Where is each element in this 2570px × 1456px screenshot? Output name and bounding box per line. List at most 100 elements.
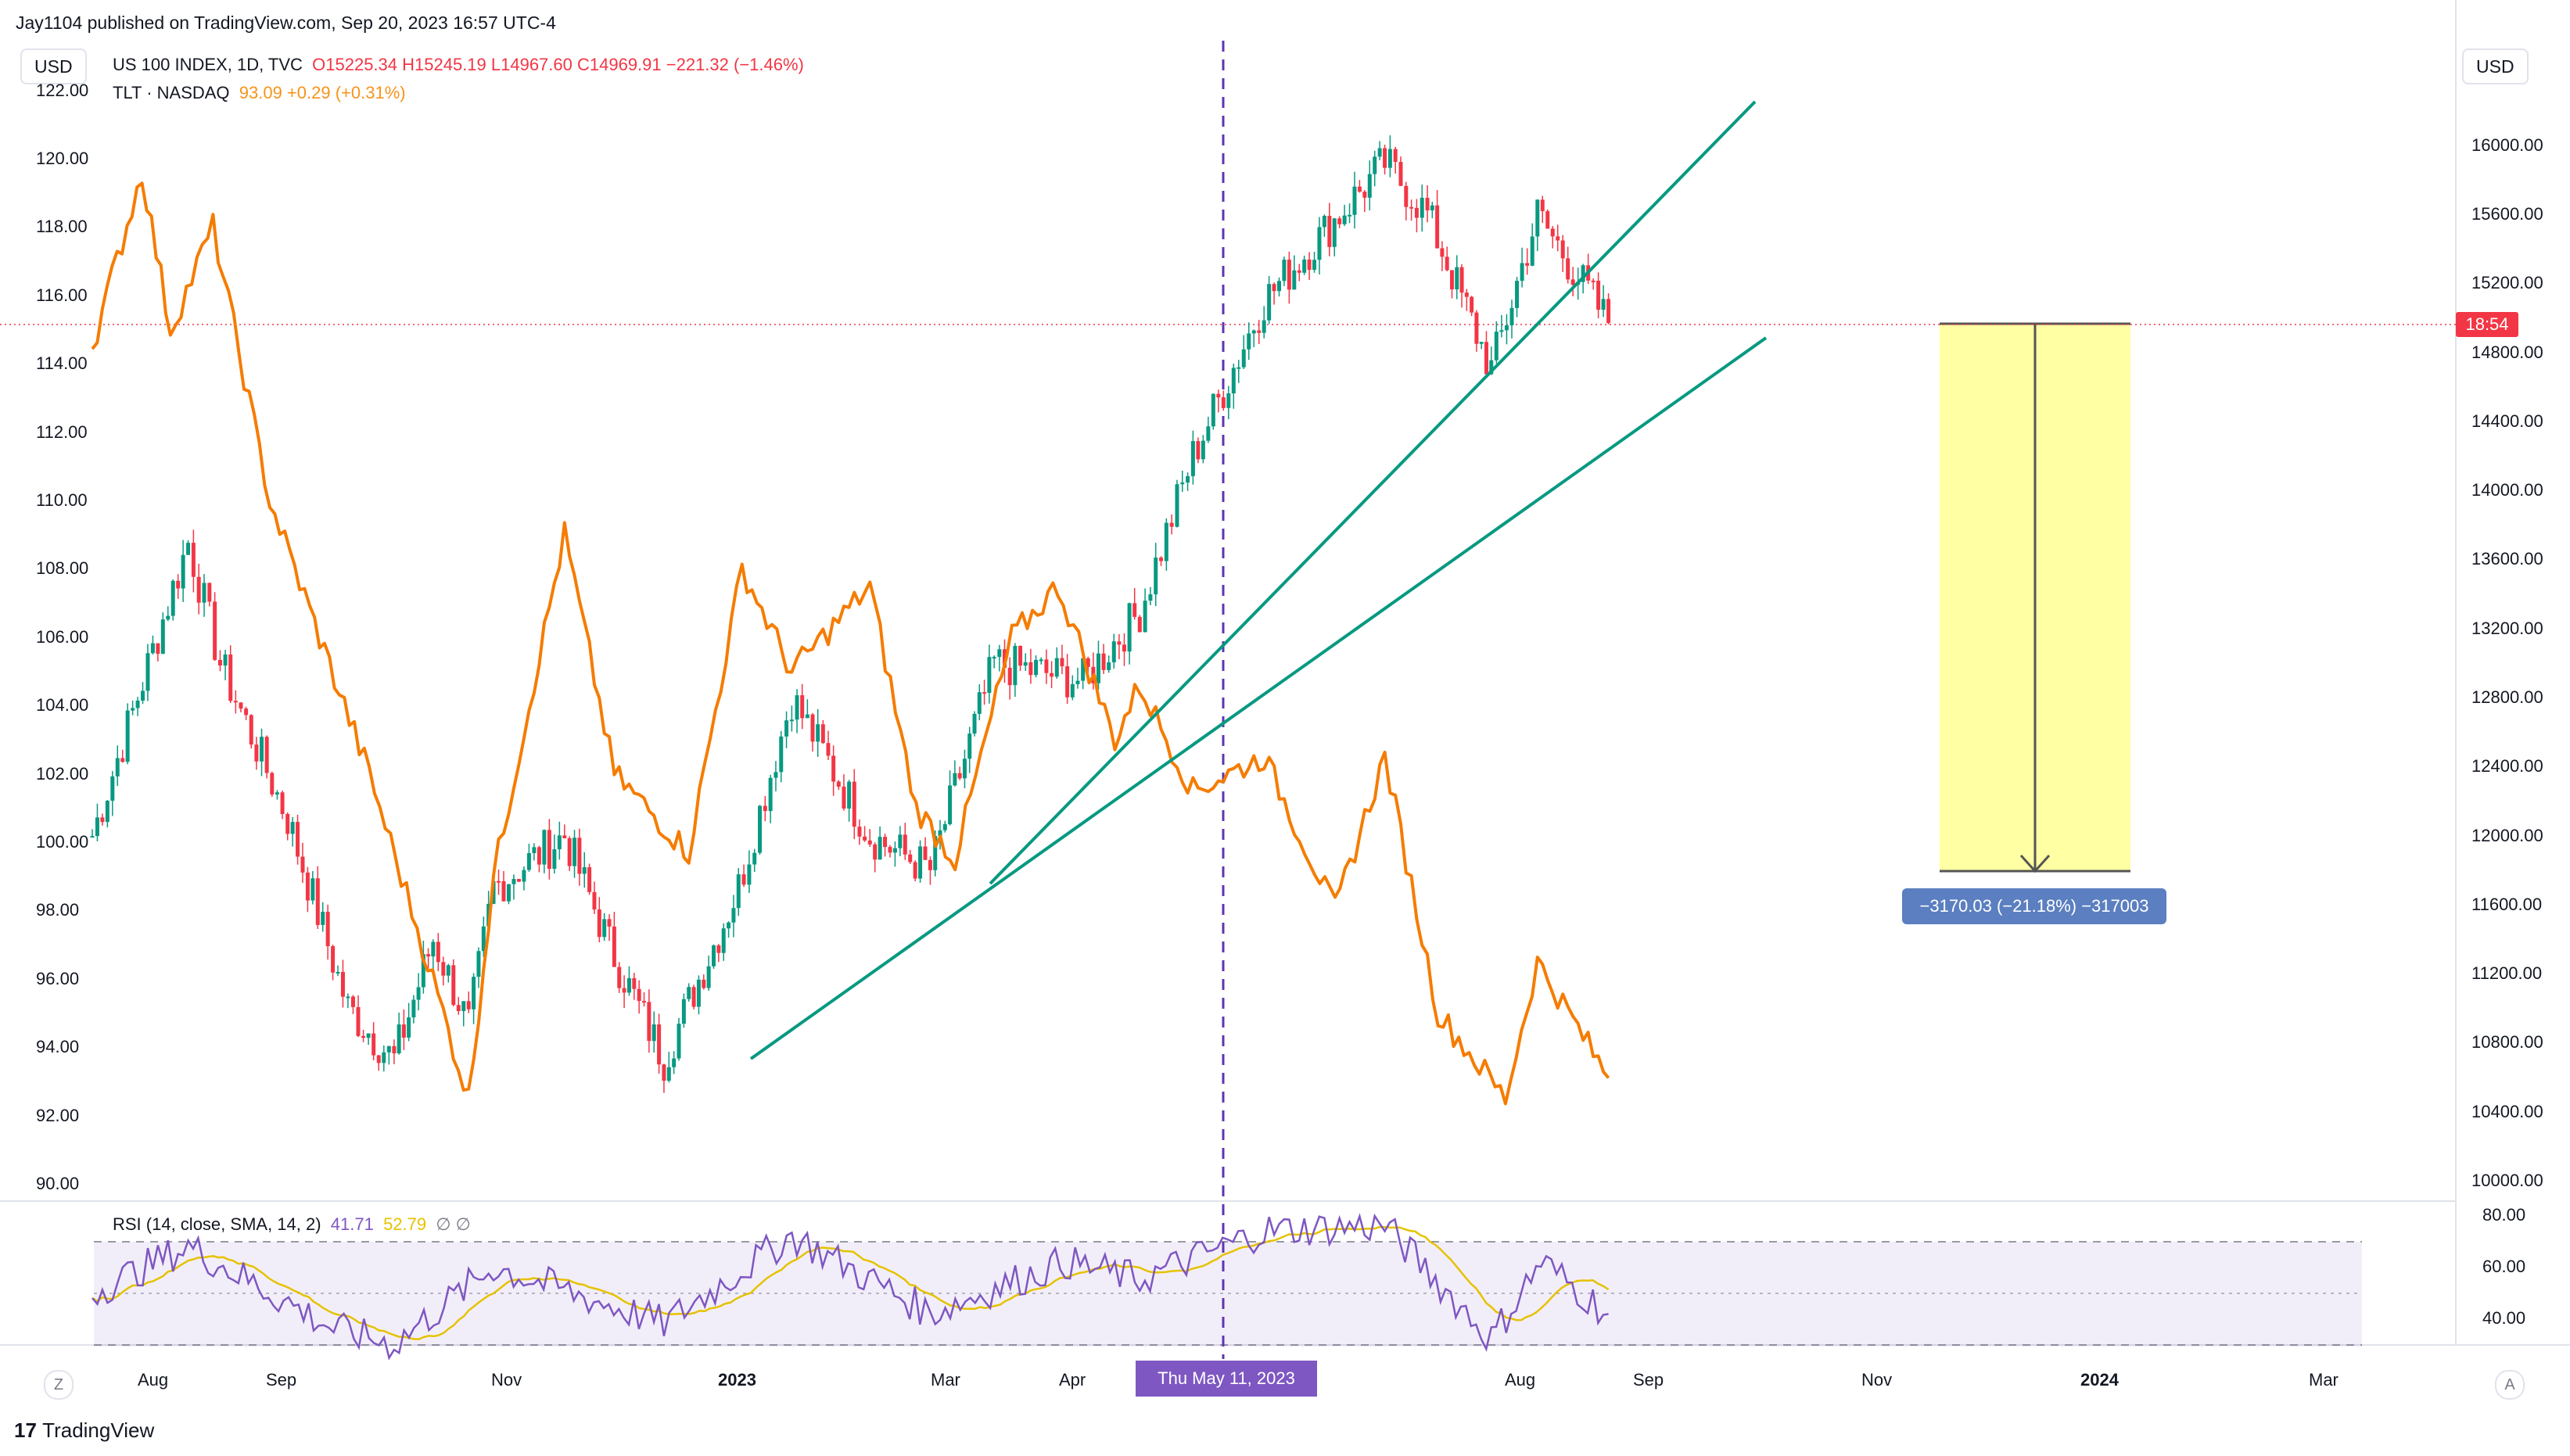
candle-body <box>1060 658 1064 667</box>
candle-body <box>1322 216 1326 228</box>
candle-body <box>1307 259 1312 271</box>
candle-body <box>873 844 878 860</box>
candle-body <box>1054 658 1059 677</box>
candle-body <box>852 781 856 827</box>
left-axis-tick: 94.00 <box>36 1037 80 1056</box>
chart-canvas[interactable] <box>0 0 2570 1456</box>
rsi-legend[interactable]: RSI (14, close, SMA, 14, 2) 41.71 52.79 … <box>113 1214 471 1235</box>
candle-body <box>100 817 105 823</box>
candle-body <box>1484 342 1488 375</box>
candle-body <box>857 827 862 837</box>
candle-body <box>110 776 115 802</box>
candle-body <box>687 987 691 999</box>
rsi-extra: ∅ ∅ <box>436 1214 471 1234</box>
candle-body <box>626 977 631 993</box>
right-axis-tick: 15200.00 <box>2471 273 2543 292</box>
candle-body <box>1409 206 1414 209</box>
candle-body <box>207 583 212 602</box>
candle-body <box>795 695 799 720</box>
crosshair-date-tag: Thu May 11, 2023 <box>1136 1361 1317 1397</box>
candle-body <box>1383 148 1387 168</box>
candle-body <box>1470 296 1474 313</box>
right-axis-tick: 12400.00 <box>2471 756 2543 776</box>
candle-body <box>356 1006 361 1036</box>
candle-body <box>1550 228 1555 237</box>
trendline-lower[interactable] <box>749 336 1768 1060</box>
auto-scale-button[interactable]: A <box>2495 1370 2525 1400</box>
candle-body <box>898 834 903 848</box>
candle-body <box>1206 426 1211 441</box>
candle-body <box>1231 368 1236 394</box>
candle-body <box>1023 662 1028 666</box>
time-axis-tick: Mar <box>2309 1370 2338 1390</box>
candle-body <box>820 724 825 744</box>
candle-body <box>350 996 355 1007</box>
candle-body <box>436 941 440 963</box>
candle-body <box>957 773 962 779</box>
candle-body <box>1282 260 1287 282</box>
candle-body <box>1101 653 1106 670</box>
candle-body <box>617 966 622 988</box>
candle-body <box>863 836 867 841</box>
candle-body <box>1373 156 1377 174</box>
time-axis-tick: Aug <box>138 1370 169 1390</box>
candle-body <box>1556 236 1560 241</box>
candle-body <box>637 988 641 1002</box>
candle-body <box>1337 218 1342 224</box>
candle-body <box>1367 174 1372 198</box>
currency-button-right[interactable]: USD <box>2462 48 2529 84</box>
candle-body <box>831 755 836 782</box>
candle-body <box>977 692 982 714</box>
candle-body <box>1007 667 1012 686</box>
candle-body <box>1034 659 1039 676</box>
candle-body <box>392 1045 397 1054</box>
candle-body <box>416 987 421 1000</box>
compare-symbol-values: 93.09 +0.29 (+0.31%) <box>239 83 406 102</box>
candle-body <box>1175 484 1179 527</box>
trendline-upper[interactable] <box>989 100 1757 885</box>
candle-body <box>1420 197 1424 218</box>
candle-body <box>657 1024 662 1065</box>
candle-body <box>878 837 882 860</box>
currency-button-left[interactable]: USD <box>20 48 87 84</box>
left-axis-tick: 98.00 <box>36 900 80 920</box>
candle-body <box>1362 192 1367 198</box>
candle-body <box>883 837 888 848</box>
candle-body <box>386 1045 391 1053</box>
candle-body <box>557 835 562 850</box>
candle-body <box>1287 260 1291 290</box>
candle-body <box>260 737 264 762</box>
candle-body <box>331 946 336 973</box>
candle-body <box>918 846 923 879</box>
candle-body <box>741 874 746 885</box>
candle-body <box>691 987 696 1007</box>
candle-body <box>758 805 763 853</box>
time-axis-tick: 2024 <box>2080 1370 2119 1390</box>
candle-body <box>1137 616 1142 633</box>
candle-body <box>1096 653 1100 683</box>
tlt-line <box>91 181 1610 1106</box>
candle-body <box>805 714 809 719</box>
candle-body <box>672 1058 677 1067</box>
time-axis-tick: Sep <box>266 1370 297 1390</box>
main-symbol-legend[interactable]: US 100 INDEX, 1D, TVC O15225.34 H15245.1… <box>113 55 804 75</box>
candle-body <box>501 880 506 902</box>
right-axis-tick: 15600.00 <box>2471 204 2543 224</box>
candle-body <box>1479 342 1484 344</box>
candle-body <box>1148 594 1153 601</box>
compare-symbol-legend[interactable]: TLT · NASDAQ 93.09 +0.29 (+0.31%) <box>113 83 406 103</box>
candle-body <box>382 1052 386 1063</box>
rsi-axis-tick: 60.00 <box>2482 1257 2526 1276</box>
candle-body <box>1075 680 1080 684</box>
candle-body <box>1241 349 1246 368</box>
candle-body <box>141 690 145 701</box>
goto-start-button[interactable]: Z <box>44 1370 74 1400</box>
candle-body <box>1262 320 1266 333</box>
candle-body <box>942 824 947 830</box>
left-axis-tick: 92.00 <box>36 1106 80 1125</box>
candle-body <box>1504 325 1509 331</box>
tradingview-logo-icon: 17 <box>14 1418 37 1442</box>
candle-body <box>903 834 907 855</box>
candle-body <box>888 847 892 853</box>
tradingview-logo[interactable]: 17 TradingView <box>14 1418 154 1443</box>
